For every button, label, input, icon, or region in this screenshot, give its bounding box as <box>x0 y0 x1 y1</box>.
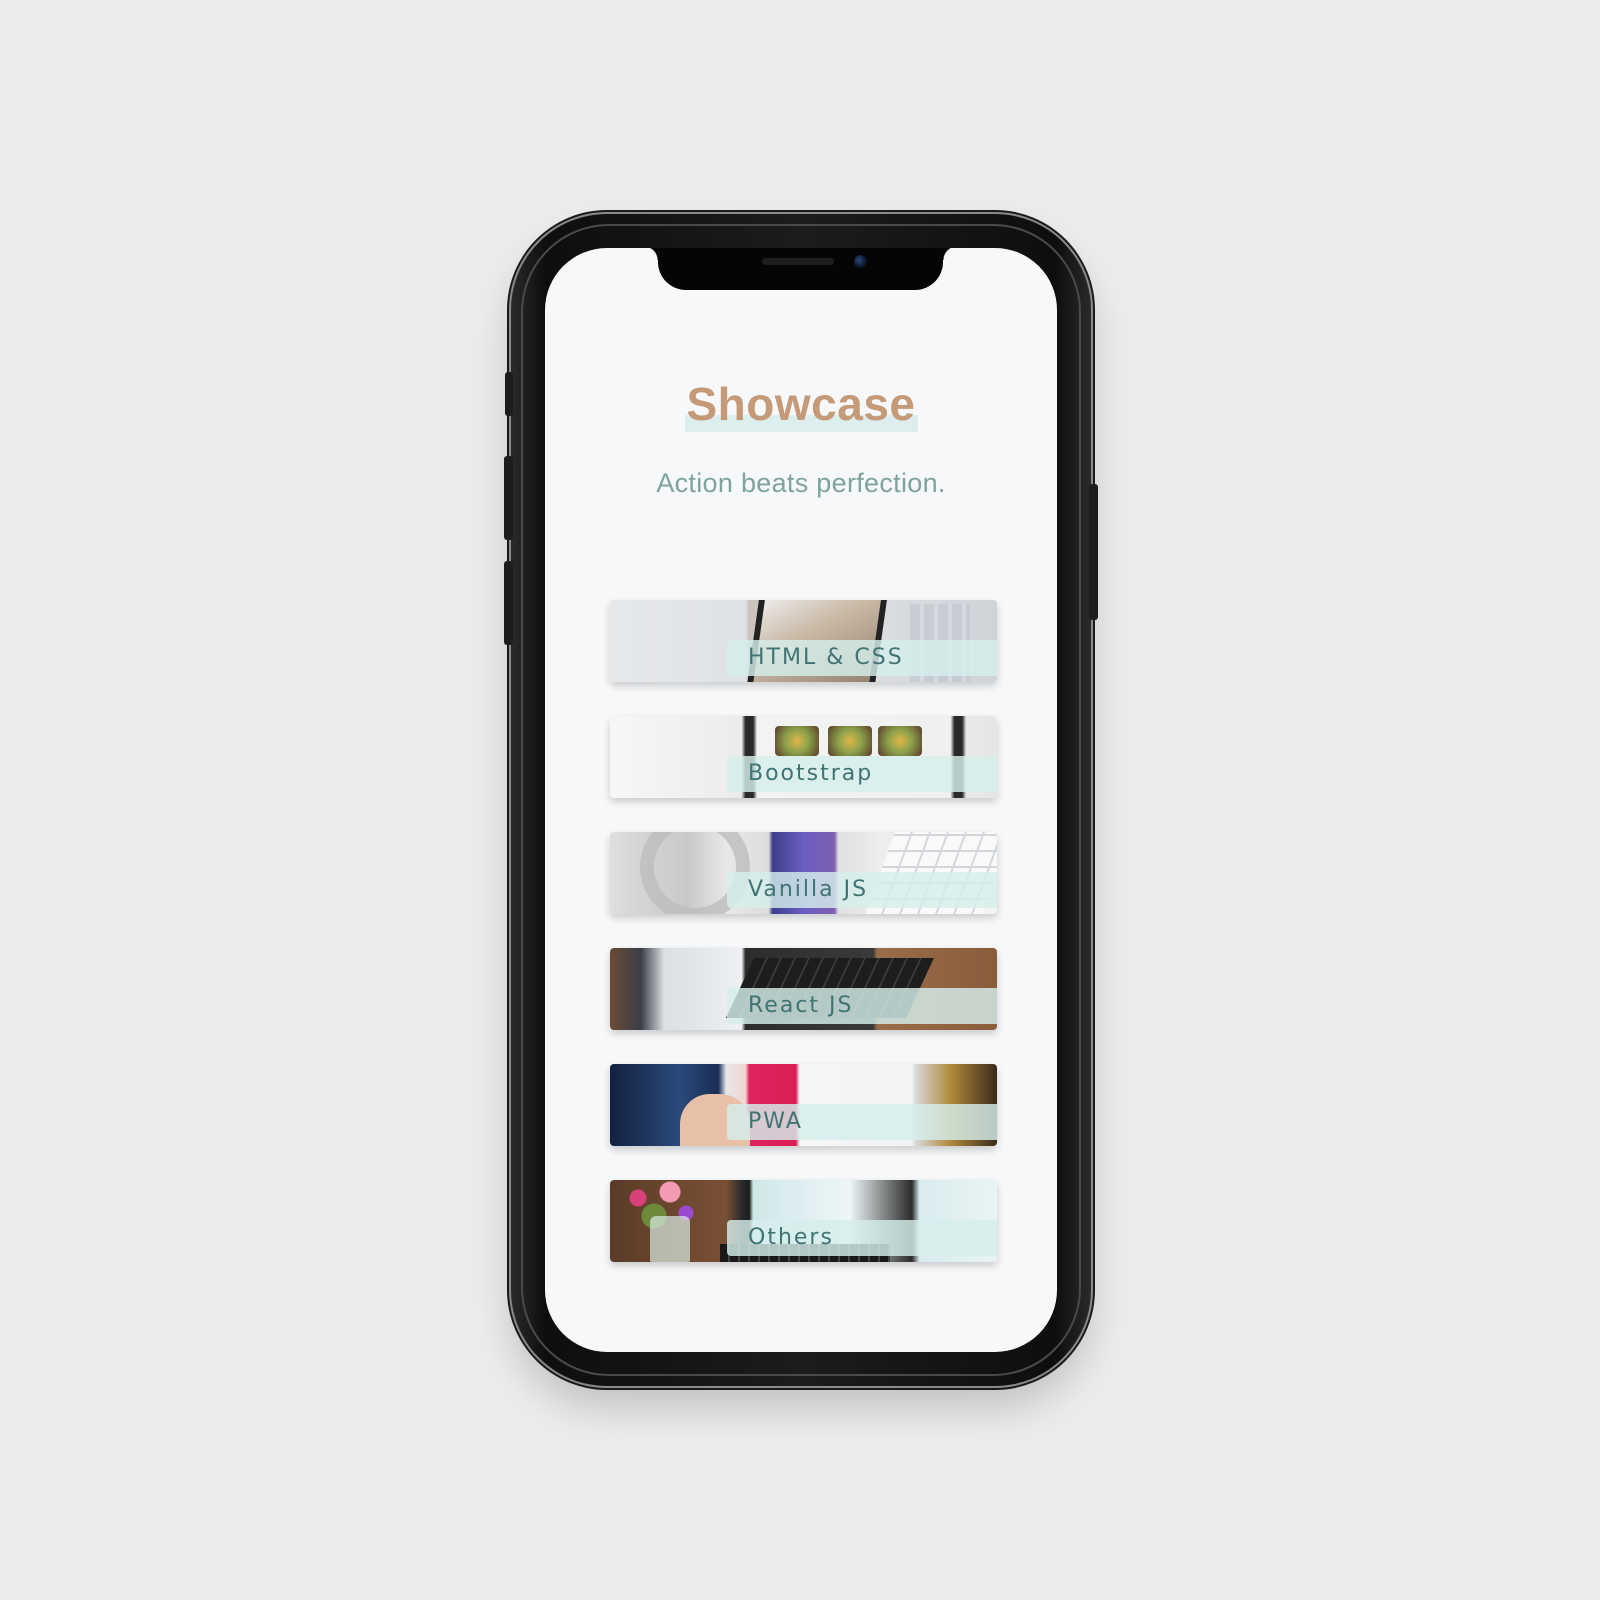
front-camera-icon <box>854 255 867 268</box>
card-others[interactable]: Others <box>610 1180 997 1262</box>
page-subtitle: Action beats perfection. <box>656 468 946 498</box>
card-label: React JS <box>748 993 854 1018</box>
power-button <box>1089 484 1098 620</box>
card-bootstrap[interactable]: Bootstrap <box>610 716 997 798</box>
phone-frame: Showcase Action beats perfection. HTML &… <box>504 214 1098 1386</box>
volume-up-button <box>504 456 513 540</box>
showcase-card-list: HTML & CSS Bootstrap Vanilla JS React JS… <box>610 600 997 1296</box>
card-html-css[interactable]: HTML & CSS <box>610 600 997 682</box>
card-label: Vanilla JS <box>748 877 869 902</box>
speaker-grille <box>762 258 834 265</box>
card-label: Others <box>748 1225 834 1250</box>
card-label: PWA <box>748 1109 803 1134</box>
phone-screen: Showcase Action beats perfection. HTML &… <box>545 248 1057 1352</box>
page-title: Showcase <box>684 376 918 432</box>
card-react-js[interactable]: React JS <box>610 948 997 1030</box>
phone-notch <box>644 248 957 290</box>
silent-switch <box>505 372 513 416</box>
card-vanilla-js[interactable]: Vanilla JS <box>610 832 997 914</box>
mockup-stage: Showcase Action beats perfection. HTML &… <box>0 0 1600 1600</box>
card-label: Bootstrap <box>748 761 874 786</box>
page-header: Showcase <box>545 376 1057 432</box>
card-label: HTML & CSS <box>748 645 904 670</box>
volume-down-button <box>504 561 513 645</box>
card-pwa[interactable]: PWA <box>610 1064 997 1146</box>
